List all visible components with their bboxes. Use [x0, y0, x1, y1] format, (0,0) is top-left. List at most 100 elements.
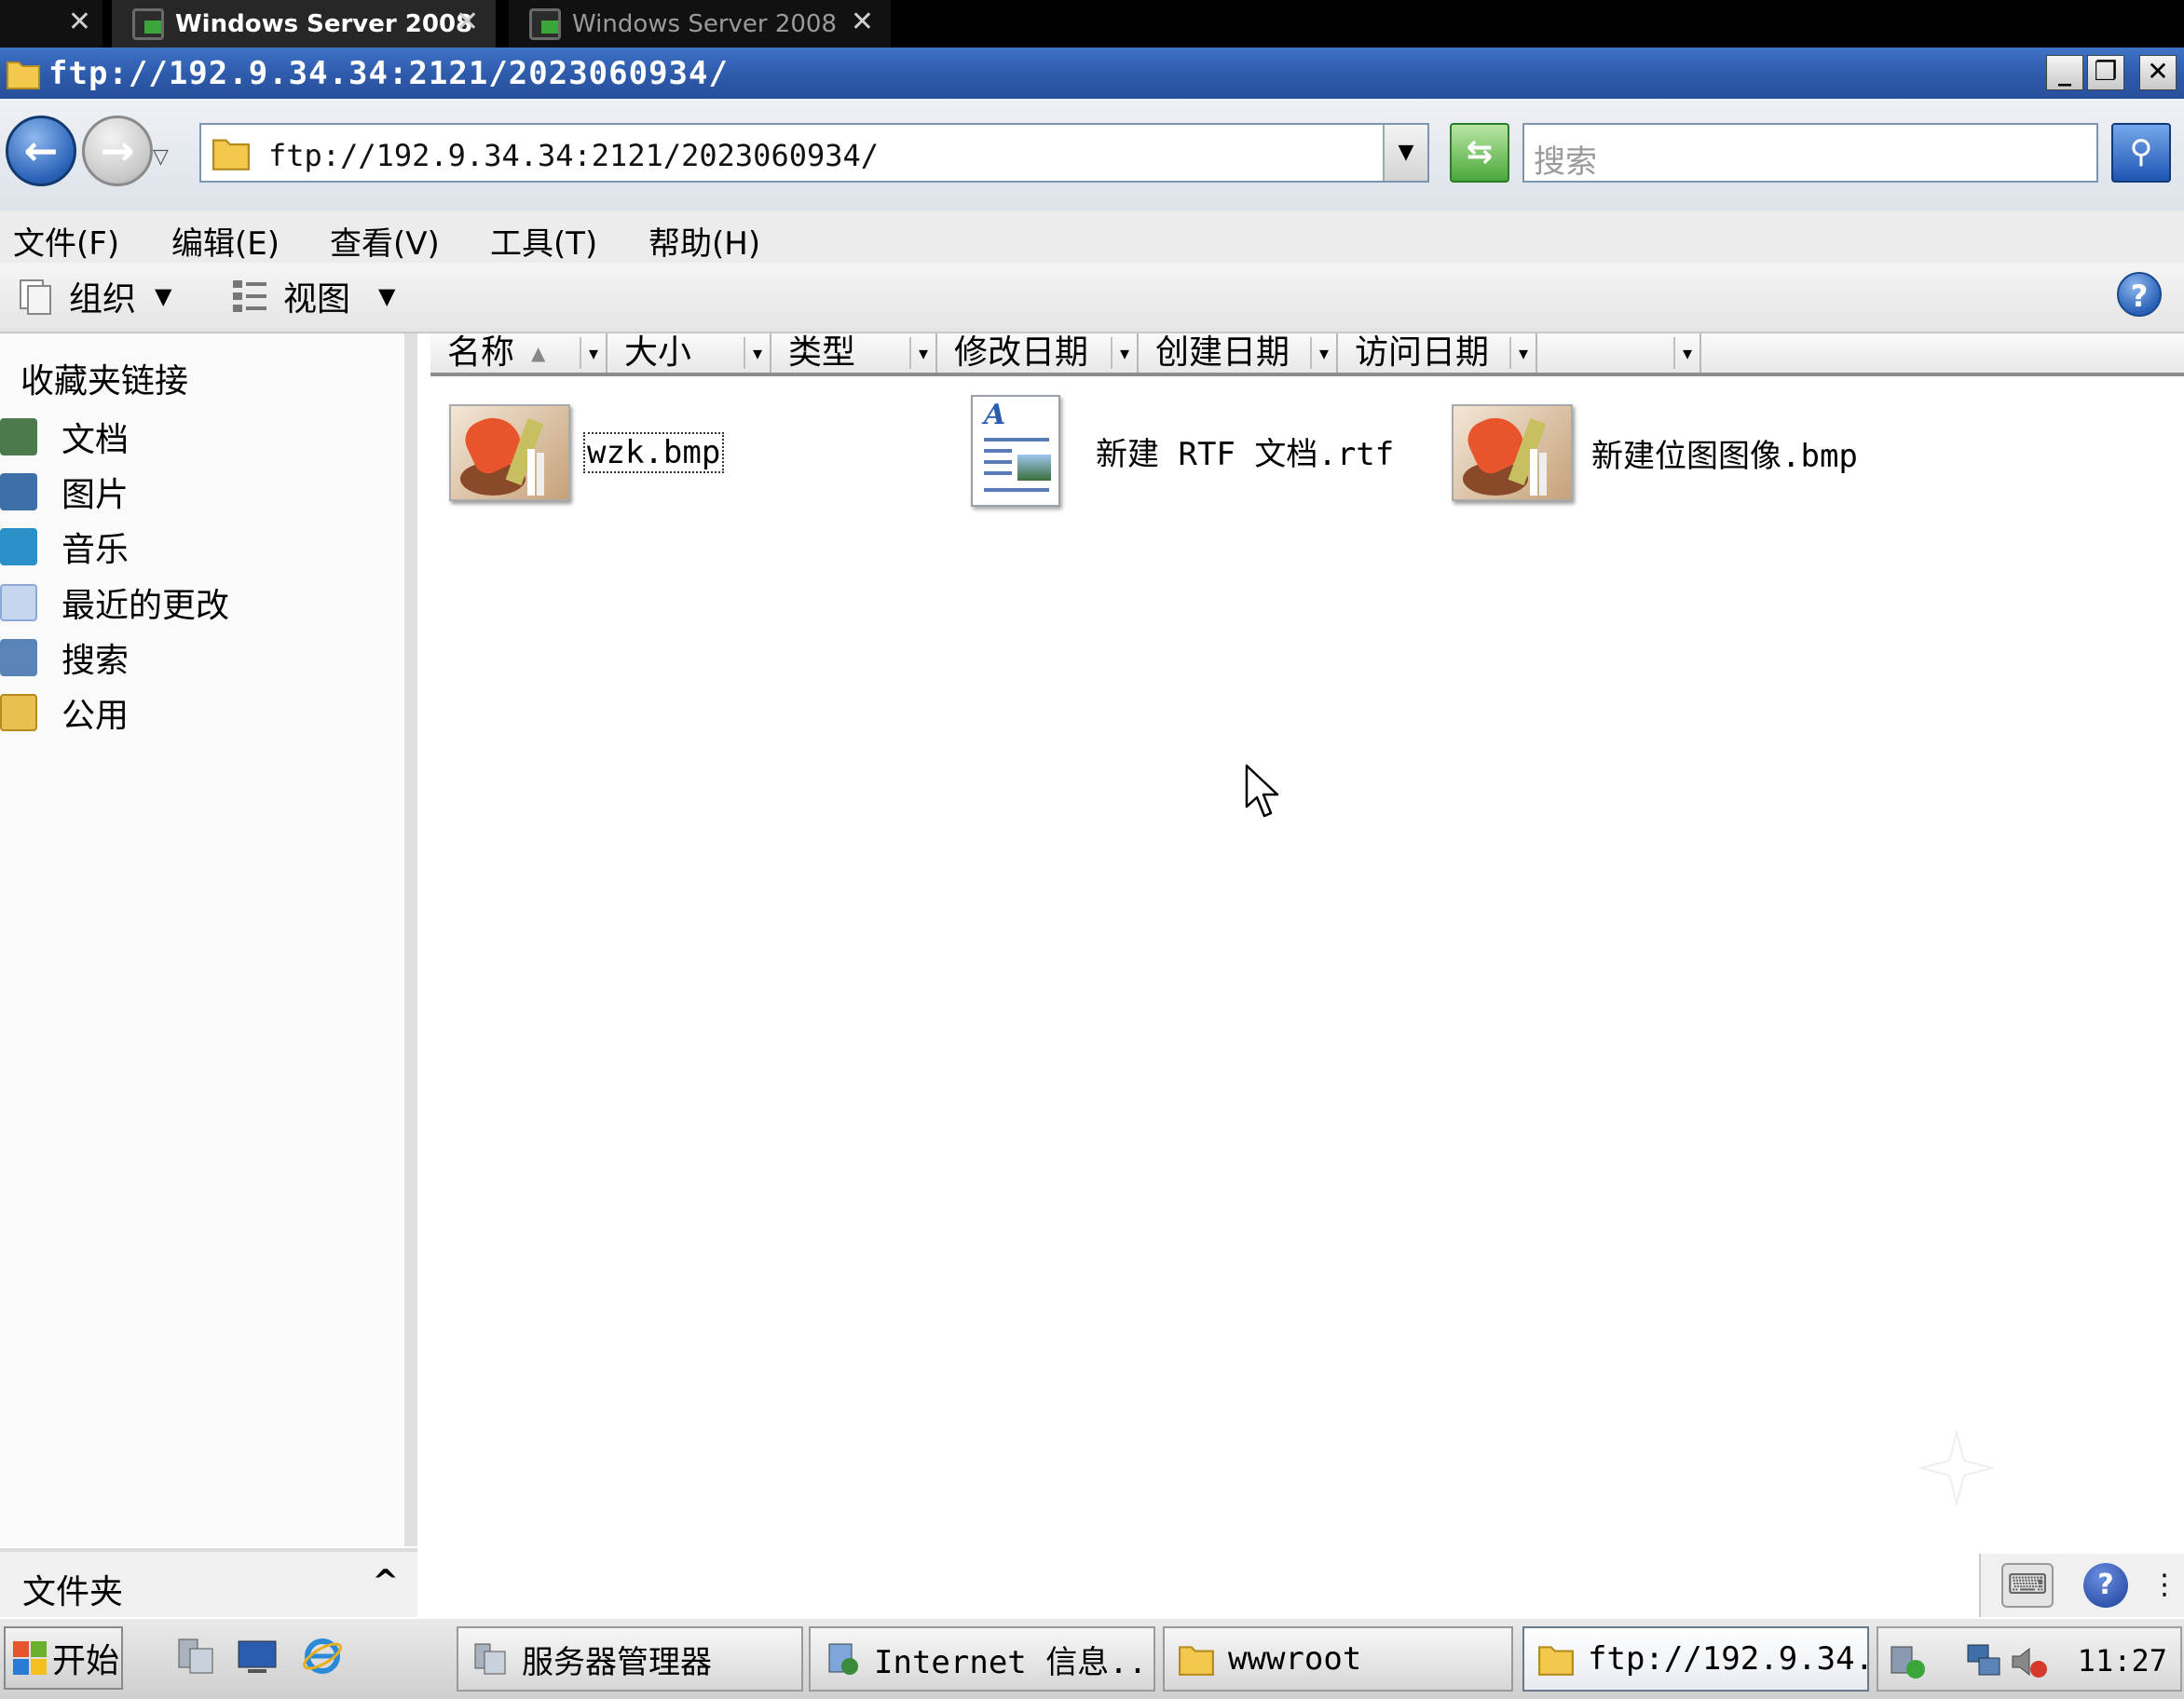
folder-icon — [1538, 1646, 1574, 1676]
taskbar-wwwroot[interactable]: wwwroot — [1163, 1626, 1513, 1692]
column-filter-dropdown[interactable]: ▾ — [1673, 337, 1699, 369]
search-button[interactable]: ⚲ — [2111, 123, 2171, 183]
window-title-bar[interactable]: ftp://192.9.34.34:2121/2023060934/ _ ❐ ✕ — [0, 48, 2184, 99]
organize-button[interactable]: 组织 ▼ — [15, 270, 171, 322]
sparkle-icon — [1919, 1431, 1994, 1505]
navigation-pane: 收藏夹链接 文档 图片 音乐 最近的更改 搜索 公用 — [0, 333, 417, 1546]
server-manager-quicklaunch-icon[interactable] — [173, 1634, 218, 1679]
column-date-modified[interactable]: 修改日期 ▾ — [937, 333, 1139, 373]
close-window-button[interactable]: ✕ — [2139, 55, 2177, 90]
favorite-label: 图片 — [61, 476, 130, 514]
internet-explorer-icon[interactable] — [300, 1634, 345, 1679]
command-toolbar: 组织 ▼ 视图 ▼ ? — [0, 263, 2184, 333]
column-label: 修改日期 — [954, 333, 1089, 372]
rtf-document-icon: A — [971, 395, 1060, 507]
vm-tab-inactive[interactable]: Windows Server 2008 ✕ — [509, 0, 891, 48]
public-folder-icon — [0, 694, 37, 731]
iis-manager-icon — [828, 1643, 858, 1675]
taskbar-ftp-window[interactable]: ftp://192.9.34... — [1522, 1626, 1869, 1692]
taskbar-iis-manager[interactable]: Internet 信息... — [809, 1626, 1155, 1692]
favorite-music[interactable]: 音乐 — [0, 523, 129, 570]
column-label: 创建日期 — [1155, 333, 1290, 372]
menu-view[interactable]: 查看(V) — [330, 218, 440, 264]
column-filter-dropdown[interactable]: ▾ — [1111, 337, 1137, 369]
column-filter-dropdown[interactable]: ▾ — [1509, 337, 1536, 369]
go-refresh-button[interactable]: ⇆ — [1450, 123, 1509, 183]
menu-bar: 文件(F) 编辑(E) 查看(V) 工具(T) 帮助(H) — [0, 211, 2184, 263]
show-desktop-icon[interactable] — [235, 1634, 280, 1679]
bitmap-image-icon — [1452, 404, 1573, 501]
recent-pages-dropdown[interactable]: ▽ — [153, 145, 169, 169]
file-name: 新建 RTF 文档.rtf — [1096, 435, 1395, 473]
file-list[interactable]: wzk.bmp A 新建 RTF 文档.rtf 新建位图图像.bmp — [430, 376, 2184, 1546]
menu-edit[interactable]: 编辑(E) — [171, 218, 280, 264]
column-date-accessed[interactable]: 访问日期 ▾ — [1338, 333, 1537, 373]
search-input[interactable]: 搜索 — [1522, 123, 2098, 183]
favorite-label: 音乐 — [61, 531, 130, 569]
more-options-icon[interactable]: ⋮ — [2150, 1563, 2178, 1608]
folder-icon — [7, 61, 40, 89]
back-button[interactable]: ← — [6, 116, 76, 186]
file-item[interactable]: wzk.bmp — [449, 404, 725, 501]
column-extra[interactable]: ▾ — [1537, 333, 1701, 373]
start-button[interactable]: 开始 — [4, 1626, 123, 1690]
column-filter-dropdown[interactable]: ▾ — [744, 337, 770, 369]
volume-muted-icon[interactable] — [2009, 1641, 2050, 1682]
favorite-recent-changes[interactable]: 最近的更改 — [0, 579, 229, 626]
file-item[interactable]: 新建位图图像.bmp — [1452, 404, 1858, 501]
help-button[interactable]: ? — [2117, 272, 2162, 317]
menu-help[interactable]: 帮助(H) — [648, 218, 760, 264]
address-dropdown-button[interactable]: ▼ — [1383, 125, 1427, 181]
window-title: ftp://192.9.34.34:2121/2023060934/ — [48, 55, 729, 92]
music-icon — [0, 528, 37, 565]
network-icon[interactable] — [1964, 1641, 2005, 1682]
favorite-pictures[interactable]: 图片 — [0, 469, 129, 515]
address-bar[interactable]: ftp://192.9.34.34:2121/2023060934/ ▼ — [199, 123, 1429, 183]
security-status-icon[interactable] — [1888, 1641, 1929, 1682]
sort-ascending-icon: ▲ — [531, 342, 546, 364]
column-size[interactable]: 大小 ▾ — [607, 333, 771, 373]
chevron-down-icon: ▼ — [378, 283, 396, 309]
column-name[interactable]: 名称 ▲ ▾ — [430, 333, 607, 373]
vm-tab-partial[interactable]: ✕ — [0, 0, 102, 48]
column-type[interactable]: 类型 ▾ — [771, 333, 937, 373]
column-filter-dropdown[interactable]: ▾ — [580, 337, 606, 369]
views-button[interactable]: 视图 ▼ — [229, 270, 395, 322]
menu-tools[interactable]: 工具(T) — [490, 218, 597, 264]
vm-tab-close-icon[interactable]: ✕ — [456, 6, 479, 38]
column-date-created[interactable]: 创建日期 ▾ — [1139, 333, 1338, 373]
vm-console-icon — [132, 7, 164, 40]
vm-tab-close-icon[interactable]: ✕ — [68, 6, 91, 38]
favorite-documents[interactable]: 文档 — [0, 414, 129, 460]
favorite-public[interactable]: 公用 — [0, 689, 129, 736]
clock[interactable]: 11:27 — [2078, 1643, 2167, 1679]
column-filter-dropdown[interactable]: ▾ — [909, 337, 935, 369]
start-label: 开始 — [52, 1642, 120, 1680]
minimize-button[interactable]: _ — [2046, 55, 2083, 90]
address-text[interactable]: ftp://192.9.34.34:2121/2023060934/ — [268, 138, 879, 173]
search-placeholder: 搜索 — [1534, 143, 1597, 181]
vm-tab-active[interactable]: Windows Server 2008 ✕ — [112, 0, 496, 48]
favorite-searches[interactable]: 搜索 — [0, 634, 129, 681]
vm-tab-close-icon[interactable]: ✕ — [851, 6, 874, 38]
navigation-bar: ← → ▽ ftp://192.9.34.34:2121/2023060934/… — [0, 99, 2184, 211]
folder-icon — [212, 139, 250, 170]
help-icon[interactable]: ? — [2083, 1563, 2128, 1608]
file-item[interactable]: A 新建 RTF 文档.rtf — [971, 395, 1394, 507]
chevron-up-icon[interactable]: ^ — [373, 1563, 400, 1600]
column-label: 大小 — [624, 333, 692, 372]
task-label: Internet 信息... — [874, 1643, 1155, 1681]
favorite-label: 最近的更改 — [61, 587, 230, 625]
restore-button[interactable]: ❐ — [2087, 55, 2124, 90]
folders-bar[interactable]: 文件夹 ^ — [0, 1548, 417, 1617]
file-name: 新建位图图像.bmp — [1591, 437, 1858, 475]
column-label: 类型 — [788, 333, 856, 372]
pictures-icon — [0, 473, 37, 510]
taskbar-server-manager[interactable]: 服务器管理器 — [457, 1626, 803, 1692]
windows-logo-icon — [13, 1641, 47, 1675]
forward-button[interactable]: → — [82, 116, 153, 186]
keyboard-icon[interactable]: ⌨ — [2001, 1563, 2054, 1608]
chevron-down-icon: ▼ — [155, 283, 172, 309]
column-filter-dropdown[interactable]: ▾ — [1310, 337, 1336, 369]
menu-file[interactable]: 文件(F) — [13, 218, 119, 264]
